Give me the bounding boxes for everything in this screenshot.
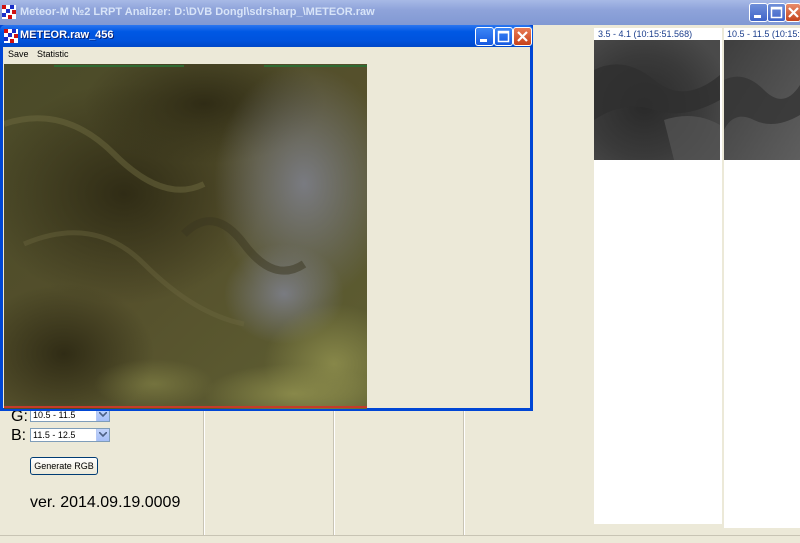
child-close-button[interactable] [513,27,532,46]
child-client-area: Save Statistic [3,47,530,409]
child-minimize-button[interactable] [475,27,494,46]
main-window-title: Meteor-M №2 LRPT Analizer: D:\DVB Dongl\… [20,6,375,18]
close-icon [517,31,528,42]
minimize-icon [754,15,761,18]
preview-caption-2: 10.5 - 11.5 (10:15:51 [727,29,800,39]
image-child-window: METEOR.raw_456 Save Statistic [0,25,533,411]
preview-image-1 [594,40,720,160]
preview-image-2 [724,40,800,160]
close-icon [788,7,799,18]
child-title-bar: METEOR.raw_456 [0,25,533,47]
main-maximize-button[interactable] [767,3,786,22]
version-label: ver. 2014.09.19.0009 [30,494,181,511]
dropdown-arrow-icon[interactable] [96,429,109,441]
menu-save[interactable]: Save [8,49,29,59]
channel-g-value: 10.5 - 11.5 [33,410,76,420]
child-menu-bar: Save Statistic [3,47,530,63]
channel-b-select[interactable]: 11.5 - 12.5 [30,428,110,442]
app-icon [4,29,18,46]
preview-caption-1: 3.5 - 4.1 (10:15:51.568) [598,29,693,39]
child-maximize-button[interactable] [494,27,513,46]
satellite-rgb-image [4,64,367,409]
main-title-bar: Meteor-M №2 LRPT Analizer: D:\DVB Dongl\… [0,0,800,25]
main-minimize-button[interactable] [749,3,768,22]
channel-b-label: B: [11,427,27,444]
channel-b-value: 11.5 - 12.5 [33,430,76,440]
maximize-icon [497,30,510,43]
maximize-icon [770,6,783,19]
main-close-button[interactable] [785,3,800,22]
menu-statistic[interactable]: Statistic [37,49,69,59]
child-window-title: METEOR.raw_456 [20,29,114,41]
generate-rgb-button[interactable]: Generate RGB [30,457,98,475]
app-icon [2,5,16,22]
minimize-icon [480,39,487,42]
